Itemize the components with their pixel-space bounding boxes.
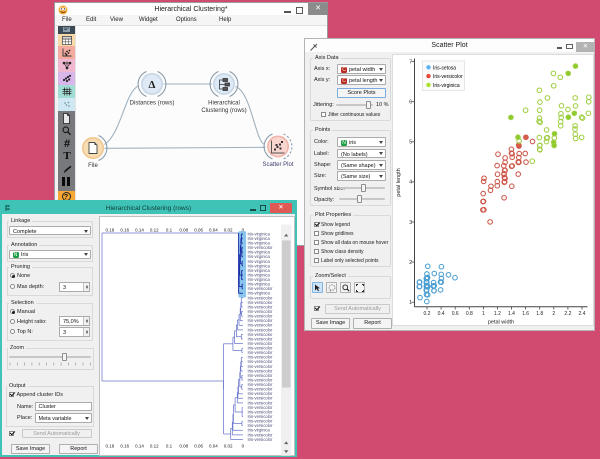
svg-text:0.08: 0.08 xyxy=(179,228,188,233)
svg-text:0.1: 0.1 xyxy=(166,444,173,449)
svg-text:2.2: 2.2 xyxy=(564,311,571,317)
svg-text:4: 4 xyxy=(409,179,412,185)
svg-text:Distances (rows): Distances (rows) xyxy=(130,100,175,106)
svg-text:Iris-versicolor: Iris-versicolor xyxy=(433,74,463,80)
svg-text:0.04: 0.04 xyxy=(209,228,218,233)
svg-text:petal width: petal width xyxy=(488,319,514,325)
svg-text:Hierarchical: Hierarchical xyxy=(208,100,240,106)
svg-text:0.18: 0.18 xyxy=(106,444,115,449)
svg-text:0.04: 0.04 xyxy=(209,444,218,449)
svg-text:1.2: 1.2 xyxy=(494,311,501,317)
svg-text:7: 7 xyxy=(409,59,412,65)
svg-text:0.16: 0.16 xyxy=(120,228,129,233)
svg-text:2: 2 xyxy=(552,311,555,317)
svg-text:Δ: Δ xyxy=(149,79,156,91)
svg-text:1: 1 xyxy=(482,311,485,317)
svg-text:0.12: 0.12 xyxy=(150,444,159,449)
svg-text:5: 5 xyxy=(409,139,412,145)
svg-text:3: 3 xyxy=(409,219,412,225)
svg-text:0.14: 0.14 xyxy=(135,444,144,449)
svg-text:0.12: 0.12 xyxy=(150,228,159,233)
svg-text:0.06: 0.06 xyxy=(194,228,203,233)
svg-text:Scatter Plot: Scatter Plot xyxy=(262,162,293,168)
svg-text:Iris-setosa: Iris-setosa xyxy=(433,65,456,71)
svg-text:6: 6 xyxy=(409,99,412,105)
svg-text:File: File xyxy=(88,163,98,169)
svg-text:1: 1 xyxy=(409,300,412,306)
svg-text:0.6: 0.6 xyxy=(452,311,459,317)
svg-text:0.14: 0.14 xyxy=(135,228,144,233)
svg-text:Iris-virginica: Iris-virginica xyxy=(433,82,460,88)
svg-text:0.02: 0.02 xyxy=(224,228,233,233)
svg-text:0.8: 0.8 xyxy=(466,311,473,317)
svg-text:petal length: petal length xyxy=(396,168,402,196)
svg-text:0.2: 0.2 xyxy=(424,311,431,317)
svg-text:2: 2 xyxy=(409,259,412,265)
svg-text:0.08: 0.08 xyxy=(179,444,188,449)
svg-text:0: 0 xyxy=(242,444,245,449)
svg-text:1.8: 1.8 xyxy=(536,311,543,317)
svg-text:0.16: 0.16 xyxy=(120,444,129,449)
svg-text:0.4: 0.4 xyxy=(438,311,445,317)
svg-text:1.4: 1.4 xyxy=(508,311,515,317)
svg-text:Iris-versicolor: Iris-versicolor xyxy=(248,437,273,442)
svg-text:1.6: 1.6 xyxy=(522,311,529,317)
svg-text:0.06: 0.06 xyxy=(194,444,203,449)
svg-text:Clustering (rows): Clustering (rows) xyxy=(201,108,246,114)
svg-text:2.4: 2.4 xyxy=(579,311,586,317)
svg-text:0.18: 0.18 xyxy=(106,228,115,233)
svg-text:0.02: 0.02 xyxy=(224,444,233,449)
svg-text:0.1: 0.1 xyxy=(166,228,173,233)
